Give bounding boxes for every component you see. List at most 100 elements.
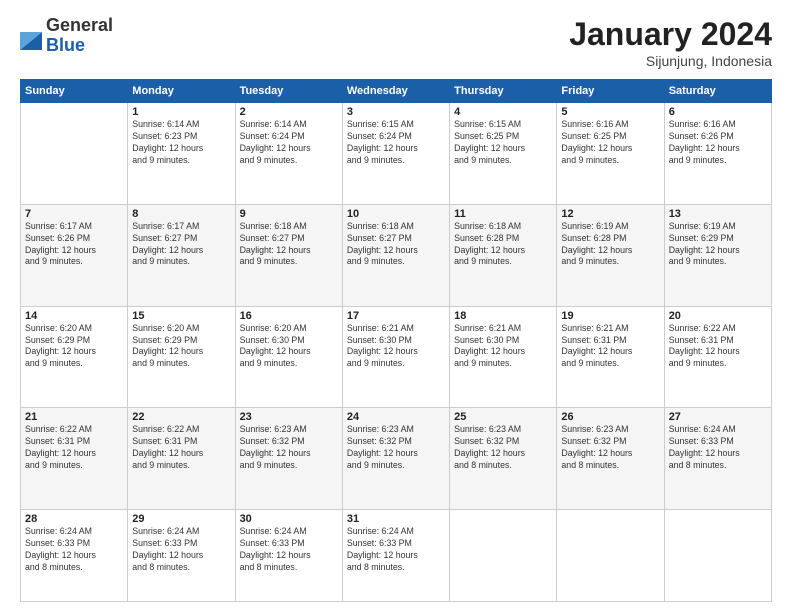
day-info: Sunrise: 6:22 AMSunset: 6:31 PMDaylight:… xyxy=(132,424,230,472)
day-info: Sunrise: 6:19 AMSunset: 6:28 PMDaylight:… xyxy=(561,221,659,269)
day-info: Sunrise: 6:16 AMSunset: 6:26 PMDaylight:… xyxy=(669,119,767,167)
title-area: January 2024 Sijunjung, Indonesia xyxy=(569,16,772,69)
day-number: 11 xyxy=(454,208,552,220)
column-header-sunday: Sunday xyxy=(21,80,128,103)
day-info: Sunrise: 6:15 AMSunset: 6:24 PMDaylight:… xyxy=(347,119,445,167)
day-info: Sunrise: 6:17 AMSunset: 6:27 PMDaylight:… xyxy=(132,221,230,269)
location: Sijunjung, Indonesia xyxy=(569,53,772,69)
day-info: Sunrise: 6:19 AMSunset: 6:29 PMDaylight:… xyxy=(669,221,767,269)
calendar-cell: 5Sunrise: 6:16 AMSunset: 6:25 PMDaylight… xyxy=(557,103,664,205)
calendar-cell: 30Sunrise: 6:24 AMSunset: 6:33 PMDayligh… xyxy=(235,510,342,602)
calendar-cell: 10Sunrise: 6:18 AMSunset: 6:27 PMDayligh… xyxy=(342,204,449,306)
calendar-cell: 31Sunrise: 6:24 AMSunset: 6:33 PMDayligh… xyxy=(342,510,449,602)
header: General Blue January 2024 Sijunjung, Ind… xyxy=(20,16,772,69)
calendar-cell xyxy=(664,510,771,602)
calendar-cell xyxy=(450,510,557,602)
week-row-4: 21Sunrise: 6:22 AMSunset: 6:31 PMDayligh… xyxy=(21,408,772,510)
day-number: 16 xyxy=(240,310,338,322)
day-info: Sunrise: 6:24 AMSunset: 6:33 PMDaylight:… xyxy=(347,526,445,574)
calendar-cell: 6Sunrise: 6:16 AMSunset: 6:26 PMDaylight… xyxy=(664,103,771,205)
day-number: 23 xyxy=(240,411,338,423)
calendar-cell: 1Sunrise: 6:14 AMSunset: 6:23 PMDaylight… xyxy=(128,103,235,205)
day-info: Sunrise: 6:21 AMSunset: 6:30 PMDaylight:… xyxy=(454,323,552,371)
day-info: Sunrise: 6:16 AMSunset: 6:25 PMDaylight:… xyxy=(561,119,659,167)
day-info: Sunrise: 6:24 AMSunset: 6:33 PMDaylight:… xyxy=(132,526,230,574)
day-number: 29 xyxy=(132,513,230,525)
calendar-cell: 2Sunrise: 6:14 AMSunset: 6:24 PMDaylight… xyxy=(235,103,342,205)
header-row: SundayMondayTuesdayWednesdayThursdayFrid… xyxy=(21,80,772,103)
day-number: 26 xyxy=(561,411,659,423)
column-header-tuesday: Tuesday xyxy=(235,80,342,103)
day-info: Sunrise: 6:20 AMSunset: 6:29 PMDaylight:… xyxy=(132,323,230,371)
calendar-cell: 15Sunrise: 6:20 AMSunset: 6:29 PMDayligh… xyxy=(128,306,235,408)
day-info: Sunrise: 6:24 AMSunset: 6:33 PMDaylight:… xyxy=(669,424,767,472)
logo-text: General Blue xyxy=(46,16,113,56)
day-info: Sunrise: 6:23 AMSunset: 6:32 PMDaylight:… xyxy=(561,424,659,472)
calendar-cell: 24Sunrise: 6:23 AMSunset: 6:32 PMDayligh… xyxy=(342,408,449,510)
logo-general: General xyxy=(46,16,113,36)
column-header-monday: Monday xyxy=(128,80,235,103)
day-info: Sunrise: 6:24 AMSunset: 6:33 PMDaylight:… xyxy=(25,526,123,574)
day-info: Sunrise: 6:18 AMSunset: 6:27 PMDaylight:… xyxy=(240,221,338,269)
calendar-table: SundayMondayTuesdayWednesdayThursdayFrid… xyxy=(20,79,772,602)
calendar-cell: 22Sunrise: 6:22 AMSunset: 6:31 PMDayligh… xyxy=(128,408,235,510)
logo-icon xyxy=(20,22,42,50)
day-info: Sunrise: 6:22 AMSunset: 6:31 PMDaylight:… xyxy=(25,424,123,472)
column-header-wednesday: Wednesday xyxy=(342,80,449,103)
day-info: Sunrise: 6:20 AMSunset: 6:29 PMDaylight:… xyxy=(25,323,123,371)
day-number: 6 xyxy=(669,106,767,118)
day-info: Sunrise: 6:22 AMSunset: 6:31 PMDaylight:… xyxy=(669,323,767,371)
calendar-cell: 12Sunrise: 6:19 AMSunset: 6:28 PMDayligh… xyxy=(557,204,664,306)
day-number: 1 xyxy=(132,106,230,118)
day-number: 24 xyxy=(347,411,445,423)
day-info: Sunrise: 6:23 AMSunset: 6:32 PMDaylight:… xyxy=(347,424,445,472)
calendar-cell xyxy=(557,510,664,602)
calendar-cell: 27Sunrise: 6:24 AMSunset: 6:33 PMDayligh… xyxy=(664,408,771,510)
day-number: 20 xyxy=(669,310,767,322)
logo: General Blue xyxy=(20,16,113,56)
day-number: 19 xyxy=(561,310,659,322)
day-number: 30 xyxy=(240,513,338,525)
calendar-cell: 16Sunrise: 6:20 AMSunset: 6:30 PMDayligh… xyxy=(235,306,342,408)
week-row-5: 28Sunrise: 6:24 AMSunset: 6:33 PMDayligh… xyxy=(21,510,772,602)
calendar-cell: 19Sunrise: 6:21 AMSunset: 6:31 PMDayligh… xyxy=(557,306,664,408)
day-info: Sunrise: 6:24 AMSunset: 6:33 PMDaylight:… xyxy=(240,526,338,574)
calendar-cell: 13Sunrise: 6:19 AMSunset: 6:29 PMDayligh… xyxy=(664,204,771,306)
day-number: 12 xyxy=(561,208,659,220)
calendar-cell: 3Sunrise: 6:15 AMSunset: 6:24 PMDaylight… xyxy=(342,103,449,205)
page: General Blue January 2024 Sijunjung, Ind… xyxy=(0,0,792,612)
day-number: 22 xyxy=(132,411,230,423)
day-number: 17 xyxy=(347,310,445,322)
day-info: Sunrise: 6:20 AMSunset: 6:30 PMDaylight:… xyxy=(240,323,338,371)
day-number: 3 xyxy=(347,106,445,118)
calendar-cell: 7Sunrise: 6:17 AMSunset: 6:26 PMDaylight… xyxy=(21,204,128,306)
day-number: 14 xyxy=(25,310,123,322)
week-row-1: 1Sunrise: 6:14 AMSunset: 6:23 PMDaylight… xyxy=(21,103,772,205)
calendar-cell: 4Sunrise: 6:15 AMSunset: 6:25 PMDaylight… xyxy=(450,103,557,205)
day-number: 15 xyxy=(132,310,230,322)
day-info: Sunrise: 6:21 AMSunset: 6:30 PMDaylight:… xyxy=(347,323,445,371)
calendar-cell: 20Sunrise: 6:22 AMSunset: 6:31 PMDayligh… xyxy=(664,306,771,408)
day-number: 18 xyxy=(454,310,552,322)
logo-blue: Blue xyxy=(46,36,113,56)
calendar-cell: 17Sunrise: 6:21 AMSunset: 6:30 PMDayligh… xyxy=(342,306,449,408)
calendar-cell: 25Sunrise: 6:23 AMSunset: 6:32 PMDayligh… xyxy=(450,408,557,510)
calendar-cell: 11Sunrise: 6:18 AMSunset: 6:28 PMDayligh… xyxy=(450,204,557,306)
column-header-friday: Friday xyxy=(557,80,664,103)
calendar-cell: 14Sunrise: 6:20 AMSunset: 6:29 PMDayligh… xyxy=(21,306,128,408)
calendar-cell: 21Sunrise: 6:22 AMSunset: 6:31 PMDayligh… xyxy=(21,408,128,510)
day-info: Sunrise: 6:21 AMSunset: 6:31 PMDaylight:… xyxy=(561,323,659,371)
day-number: 31 xyxy=(347,513,445,525)
day-number: 28 xyxy=(25,513,123,525)
day-number: 8 xyxy=(132,208,230,220)
week-row-2: 7Sunrise: 6:17 AMSunset: 6:26 PMDaylight… xyxy=(21,204,772,306)
calendar-cell: 23Sunrise: 6:23 AMSunset: 6:32 PMDayligh… xyxy=(235,408,342,510)
day-info: Sunrise: 6:14 AMSunset: 6:24 PMDaylight:… xyxy=(240,119,338,167)
day-number: 4 xyxy=(454,106,552,118)
calendar-cell: 28Sunrise: 6:24 AMSunset: 6:33 PMDayligh… xyxy=(21,510,128,602)
day-number: 13 xyxy=(669,208,767,220)
calendar-cell: 18Sunrise: 6:21 AMSunset: 6:30 PMDayligh… xyxy=(450,306,557,408)
day-info: Sunrise: 6:15 AMSunset: 6:25 PMDaylight:… xyxy=(454,119,552,167)
day-number: 2 xyxy=(240,106,338,118)
calendar-cell xyxy=(21,103,128,205)
